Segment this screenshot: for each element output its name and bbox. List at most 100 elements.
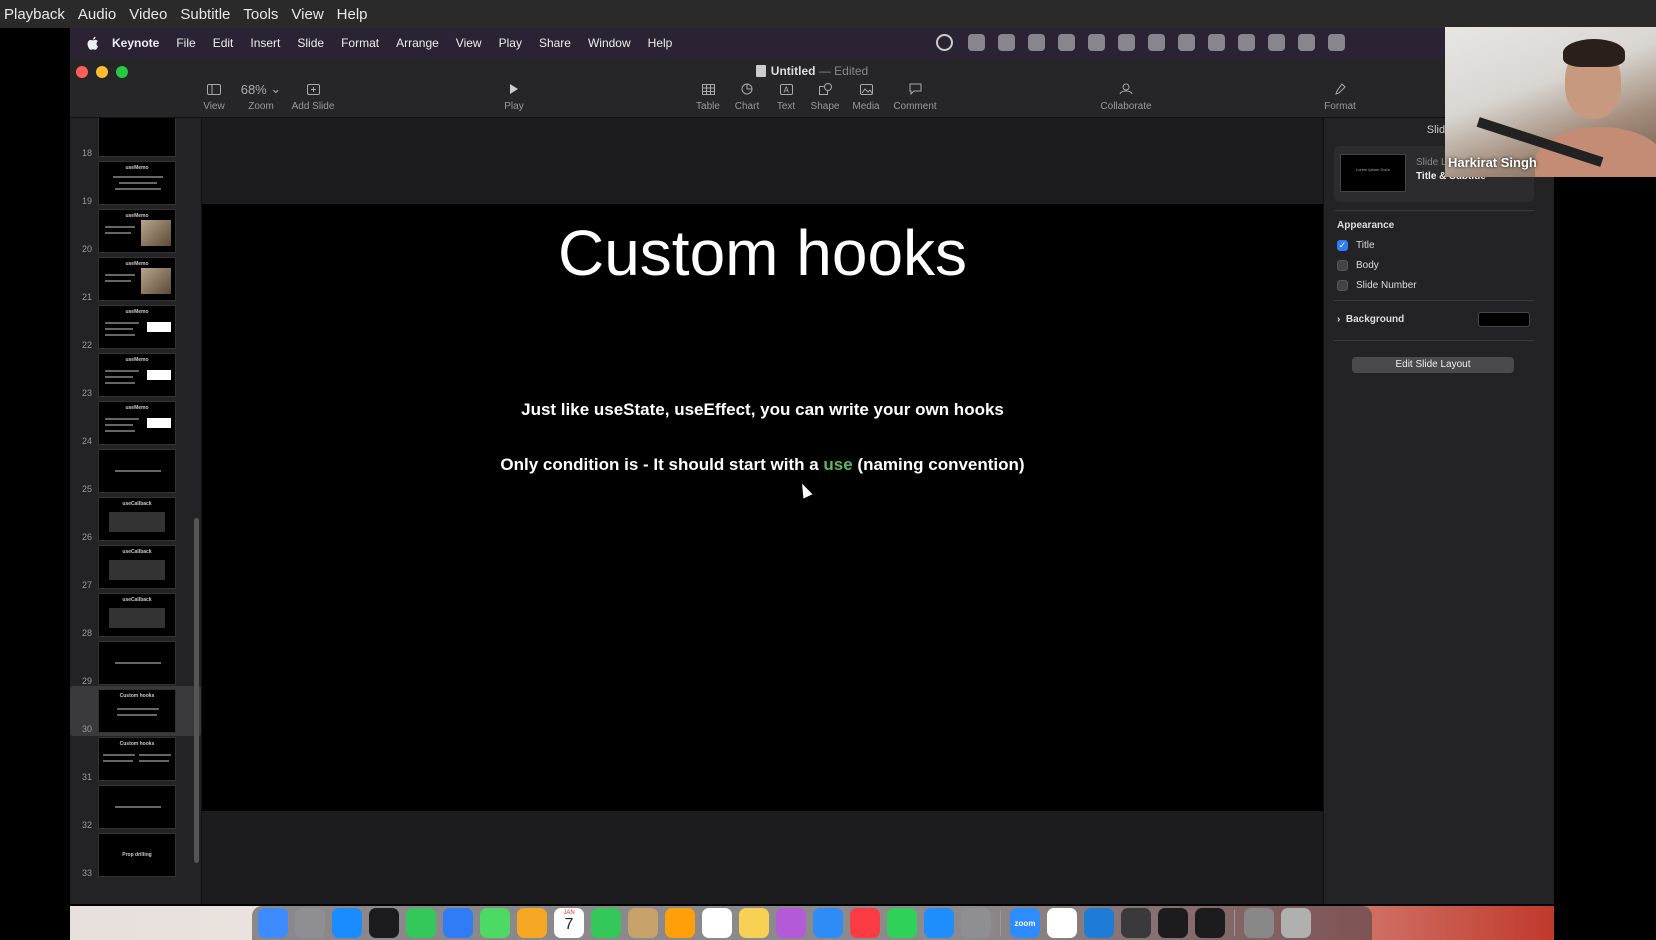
title-checkbox[interactable]: ✓ <box>1337 240 1348 251</box>
slide-thumbnail[interactable]: useMemo 20 <box>70 206 201 256</box>
slide-thumbnail[interactable]: useCallback 27 <box>70 542 201 592</box>
player-menu-audio[interactable]: Audio <box>74 6 125 23</box>
slide-thumbnail[interactable]: useCallback 28 <box>70 590 201 640</box>
menu-arrange[interactable]: Arrange <box>396 36 439 50</box>
slide-body-line-2[interactable]: Only condition is - It should start with… <box>202 455 1323 475</box>
player-menu-help[interactable]: Help <box>333 6 377 23</box>
toolbar-format-button[interactable]: Format <box>1310 80 1370 112</box>
slide-body-line-1[interactable]: Just like useState, useEffect, you can w… <box>202 400 1323 420</box>
current-slide[interactable]: Custom hooks Just like useState, useEffe… <box>202 204 1323 811</box>
player-menu-playback[interactable]: Playback <box>0 6 74 23</box>
safari-icon[interactable] <box>332 908 362 938</box>
slide-thumbnail[interactable]: 18 <box>70 118 201 160</box>
player-menu-subtitle[interactable]: Subtitle <box>176 6 239 23</box>
slide-number-checkbox[interactable] <box>1337 280 1348 291</box>
slide-title[interactable]: Custom hooks <box>202 216 1323 290</box>
menu-format[interactable]: Format <box>341 36 379 50</box>
photos-icon[interactable] <box>517 908 547 938</box>
toolbar-zoom-button[interactable]: 68% ⌄ Zoom <box>231 80 291 112</box>
facetime-icon[interactable] <box>591 908 621 938</box>
slide-thumbnail[interactable]: Custom hooks 31 <box>70 734 201 784</box>
activity-icon[interactable] <box>1121 908 1151 938</box>
keynote-icon[interactable] <box>813 908 843 938</box>
status-app-icon[interactable] <box>1178 34 1195 51</box>
edit-slide-layout-button[interactable]: Edit Slide Layout <box>1352 357 1514 373</box>
menu-help[interactable]: Help <box>648 36 673 50</box>
menu-file[interactable]: File <box>176 36 195 50</box>
slide-thumbnail[interactable]: useMemo 21 <box>70 254 201 304</box>
tv-icon[interactable] <box>369 908 399 938</box>
slide-thumbnail[interactable]: useMemo 24 <box>70 398 201 448</box>
status-app-icon[interactable] <box>1028 34 1045 51</box>
slide-thumbnail[interactable]: 29 <box>70 638 201 688</box>
document-title[interactable]: Untitled <box>771 64 816 78</box>
slide-thumbnail[interactable]: useMemo 22 <box>70 302 201 352</box>
control-center-toggle-icon[interactable] <box>1328 34 1345 51</box>
terminal-icon[interactable] <box>1158 908 1188 938</box>
menu-share[interactable]: Share <box>539 36 571 50</box>
slide-thumbnail[interactable]: 25 <box>70 446 201 496</box>
numbers-icon[interactable] <box>887 908 917 938</box>
messages-icon[interactable] <box>406 908 436 938</box>
slide-canvas[interactable]: Custom hooks Just like useState, useEffe… <box>202 118 1323 904</box>
menu-app-keynote[interactable]: Keynote <box>112 36 159 50</box>
reminders-icon[interactable] <box>702 908 732 938</box>
body-checkbox-row[interactable]: Body <box>1337 260 1379 271</box>
toolbar-add-slide-button[interactable]: Add Slide <box>283 80 343 112</box>
status-app-icon[interactable] <box>1088 34 1105 51</box>
menu-edit[interactable]: Edit <box>213 36 234 50</box>
background-disclosure[interactable]: › Background <box>1337 314 1404 325</box>
wifi-icon[interactable] <box>1268 34 1285 51</box>
background-color-swatch[interactable] <box>1478 312 1530 327</box>
body-checkbox[interactable] <box>1337 260 1348 271</box>
player-menu-view[interactable]: View <box>287 6 332 23</box>
menu-slide[interactable]: Slide <box>297 36 324 50</box>
system-settings-icon[interactable] <box>961 908 991 938</box>
apple-icon[interactable] <box>84 34 102 52</box>
spotlight-search-icon[interactable] <box>1298 34 1315 51</box>
mail-icon[interactable] <box>443 908 473 938</box>
menu-play[interactable]: Play <box>499 36 522 50</box>
trash-icon[interactable] <box>1281 908 1311 938</box>
app-store-icon[interactable] <box>924 908 954 938</box>
menu-insert[interactable]: Insert <box>250 36 280 50</box>
slide-thumbnail[interactable]: 32 <box>70 782 201 832</box>
launchpad-icon[interactable] <box>295 908 325 938</box>
control-center-icon[interactable] <box>936 34 953 51</box>
terminal-2-icon[interactable] <box>1195 908 1225 938</box>
status-app-icon[interactable] <box>968 34 985 51</box>
title-checkbox-row[interactable]: ✓ Title <box>1337 240 1375 251</box>
status-app-icon[interactable] <box>998 34 1015 51</box>
player-menu-video[interactable]: Video <box>125 6 176 23</box>
status-app-icon[interactable] <box>1208 34 1225 51</box>
menu-view[interactable]: View <box>456 36 482 50</box>
slide-thumbnail[interactable]: useCallback 26 <box>70 494 201 544</box>
toolbar-comment-button[interactable]: Comment <box>885 80 945 112</box>
vscode-icon[interactable] <box>1084 908 1114 938</box>
toolbar-play-button[interactable]: Play <box>484 80 544 112</box>
slide-number-checkbox-row[interactable]: Slide Number <box>1337 280 1417 291</box>
finder-icon[interactable] <box>258 908 288 938</box>
status-app-icon[interactable] <box>1118 34 1135 51</box>
slide-thumbnail[interactable]: useMemo 19 <box>70 158 201 208</box>
navigator-scrollbar[interactable] <box>194 518 199 863</box>
slide-thumbnail[interactable]: useMemo 23 <box>70 350 201 400</box>
toolbar-collaborate-button[interactable]: Collaborate <box>1096 80 1156 112</box>
calendar-icon[interactable]: JAN 7 <box>554 908 584 938</box>
pages-icon[interactable] <box>665 908 695 938</box>
slide-thumbnail[interactable]: Prop drilling 33 <box>70 830 201 880</box>
slide-thumbnail[interactable]: Custom hooks 30 <box>70 686 201 736</box>
chrome-icon[interactable] <box>1047 908 1077 938</box>
status-app-icon[interactable] <box>1148 34 1165 51</box>
podcasts-icon[interactable] <box>776 908 806 938</box>
notes-icon[interactable] <box>628 908 658 938</box>
preview-icon[interactable] <box>1244 908 1274 938</box>
menu-window[interactable]: Window <box>588 36 631 50</box>
music-icon[interactable] <box>850 908 880 938</box>
player-menu-tools[interactable]: Tools <box>239 6 287 23</box>
zoom-icon[interactable]: zoom <box>1010 908 1040 938</box>
maps-icon[interactable] <box>480 908 510 938</box>
battery-icon[interactable] <box>1238 34 1255 51</box>
status-app-icon[interactable] <box>1058 34 1075 51</box>
notes-yellow-icon[interactable] <box>739 908 769 938</box>
